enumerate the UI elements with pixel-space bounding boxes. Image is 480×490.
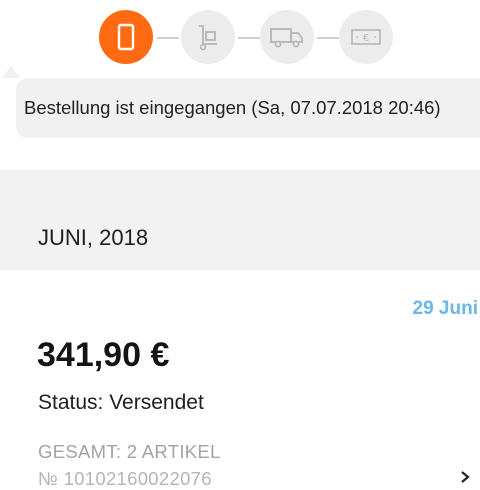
step-connector	[238, 37, 260, 39]
month-section-header: JUNI, 2018	[0, 170, 480, 270]
order-number: № 10102160022076	[38, 468, 212, 489]
step-packed[interactable]	[181, 10, 235, 64]
status-tooltip: Bestellung ist eingegangen (Sa, 07.07.20…	[16, 78, 480, 138]
chevron-right-icon[interactable]	[458, 470, 472, 484]
step-shipped[interactable]	[260, 10, 314, 64]
step-connector	[157, 37, 179, 39]
order-date: 29 Juni	[412, 298, 478, 319]
euro-banknote-icon: €	[351, 29, 381, 45]
truck-icon	[270, 28, 303, 48]
phone-icon	[117, 23, 135, 51]
month-label: JUNI, 2018	[38, 225, 149, 250]
svg-text:€: €	[363, 33, 369, 44]
order-amount: 341,90 €	[37, 336, 170, 374]
order-item-count: GESAMT: 2 ARTIKEL	[38, 441, 221, 462]
hand-truck-icon	[199, 25, 217, 51]
tooltip-text: Bestellung ist eingegangen (Sa, 07.07.20…	[24, 97, 441, 118]
step-order-received[interactable]	[99, 10, 153, 64]
step-connector	[317, 37, 339, 39]
order-progress-stepper: €	[0, 0, 480, 70]
tooltip-arrow	[2, 66, 20, 78]
order-status: Status: Versendet	[38, 391, 204, 414]
step-paid[interactable]: €	[339, 10, 393, 64]
